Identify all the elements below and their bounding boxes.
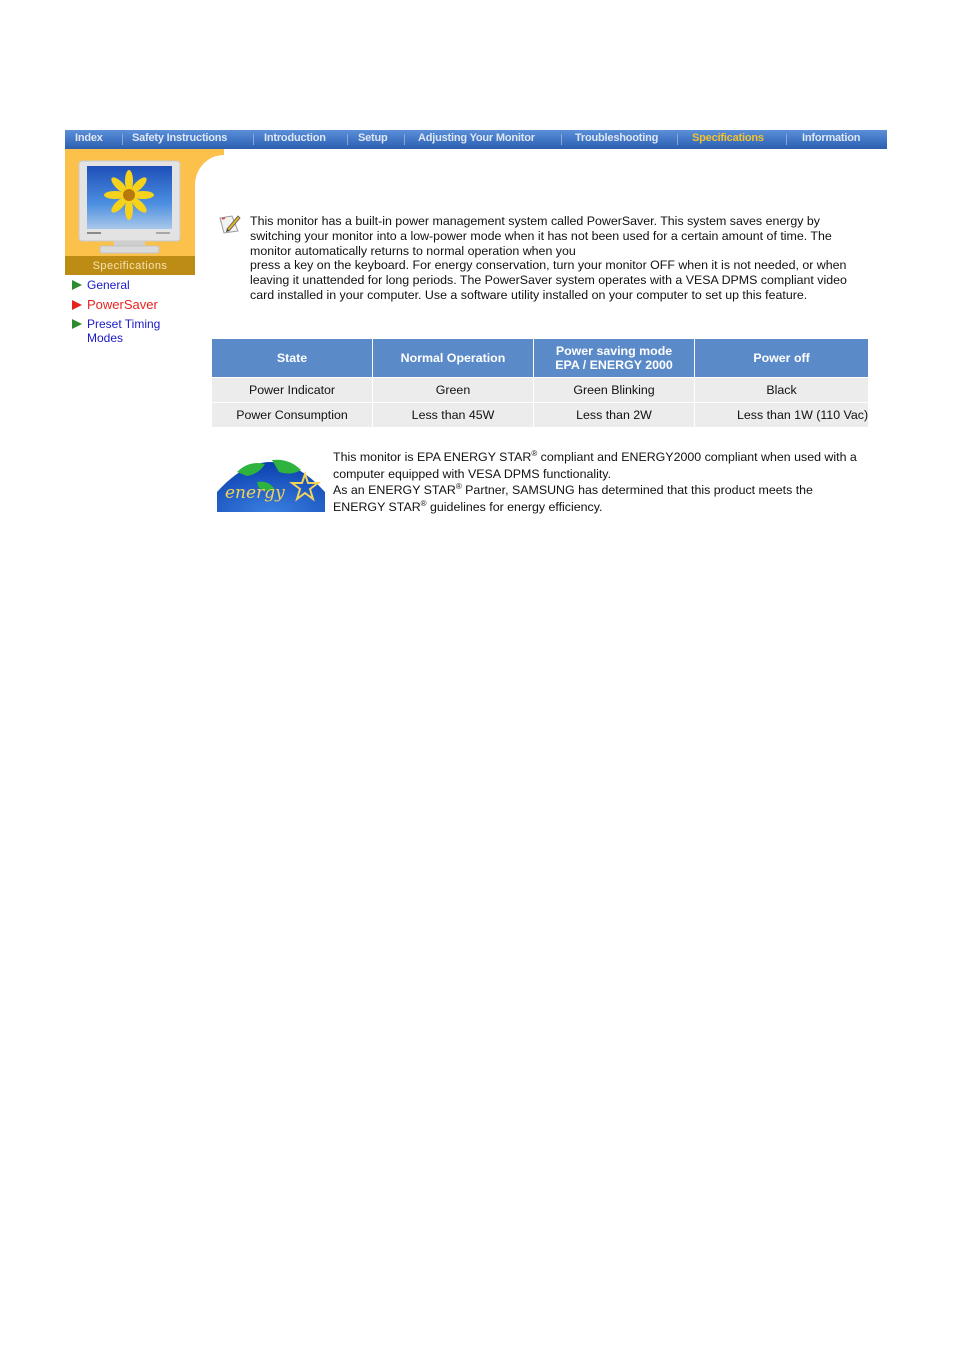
intro-paragraph: This monitor has a built-in power manage… [250,214,860,303]
nav-setup[interactable]: Setup [358,132,388,144]
cell-state: Power Indicator [212,377,373,403]
nav-troubleshooting[interactable]: Troubleshooting [575,132,658,144]
header-power-saving-mode: Power saving mode EPA / ENERGY 2000 [533,339,695,378]
sidebar-link-label[interactable]: Preset Timing Modes [87,317,172,345]
nav-information[interactable]: Information [802,132,860,144]
sidebar-link-general[interactable]: General [72,278,130,292]
cell-normal: Less than 45W [372,402,534,427]
top-navigation-bar: Index Safety Instructions Introduction S… [65,130,887,149]
energy-text-line-2: As an ENERGY STAR® Partner, SAMSUNG has … [333,482,863,515]
header-power-saving-line-1: Power saving mode [555,344,673,358]
cell-off: Less than 1W (110 Vac) [694,402,870,427]
nav-separator [347,134,348,145]
section-label: Specifications [65,256,195,275]
sidebar-link-powersaver[interactable]: PowerSaver [72,298,158,312]
arrow-right-icon [72,300,82,310]
energy-text-part: As an ENERGY STAR [333,483,456,497]
intro-text-line-2: press a key on the keyboard. For energy … [250,258,847,302]
energy-text-part: guidelines for energy efficiency. [426,499,603,514]
table-header-row: State Normal Operation Power saving mode… [212,339,870,378]
nav-separator [561,134,562,145]
header-normal-operation: Normal Operation [372,339,534,378]
table-row: Power Consumption Less than 45W Less tha… [212,402,870,427]
nav-separator [786,134,787,145]
section-label-text: Specifications [92,259,168,272]
cell-normal: Green [372,377,534,403]
monitor-image [78,160,181,254]
cell-off: Black [694,377,870,403]
cell-saving: Green Blinking [533,377,695,403]
nav-index[interactable]: Index [75,132,103,144]
energy-text-line-1: This monitor is EPA ENERGY STAR® complia… [333,449,863,482]
cell-saving: Less than 2W [533,402,695,427]
power-management-table: State Normal Operation Power saving mode… [212,339,870,427]
nav-introduction[interactable]: Introduction [264,132,326,144]
cell-state: Power Consumption [212,402,373,427]
header-power-off: Power off [694,339,870,378]
nav-separator [122,134,123,145]
table-row: Power Indicator Green Green Blinking Bla… [212,377,870,403]
arrow-right-icon [72,280,82,290]
energy-star-logo: energy [217,459,325,512]
sidebar-link-preset-timing-modes[interactable]: Preset Timing Modes [72,317,172,345]
header-power-saving-line-2: EPA / ENERGY 2000 [555,358,673,372]
nav-separator [404,134,405,145]
energy-text-part: This monitor is EPA ENERGY STAR [333,450,532,464]
energy-logo-text: energy [225,483,285,503]
nav-separator [677,134,678,145]
nav-adjusting-your-monitor[interactable]: Adjusting Your Monitor [418,132,535,144]
nav-safety-instructions[interactable]: Safety Instructions [132,132,227,144]
sidebar-link-label[interactable]: PowerSaver [87,298,158,312]
sidebar-link-label[interactable]: General [87,278,130,292]
energy-star-paragraph: This monitor is EPA ENERGY STAR® complia… [333,449,863,515]
intro-text-line-1: This monitor has a built-in power manage… [250,214,832,258]
note-pencil-icon [219,215,241,234]
header-state: State [212,339,373,378]
arrow-right-icon [72,319,82,329]
nav-specifications[interactable]: Specifications [692,132,764,144]
nav-separator [253,134,254,145]
